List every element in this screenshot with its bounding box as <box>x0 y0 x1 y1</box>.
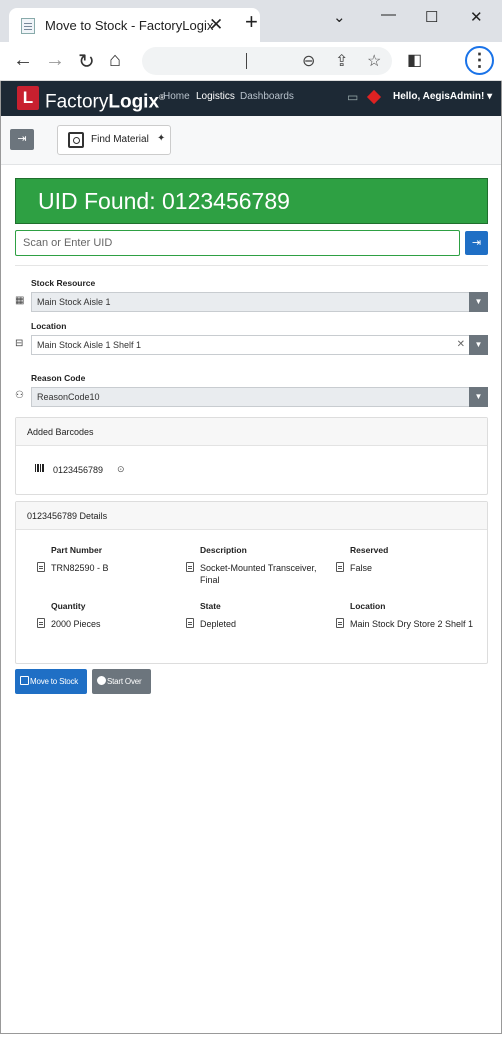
forward-icon[interactable]: → <box>45 49 65 72</box>
user-reason-icon: ⚇ <box>15 390 24 401</box>
reserved-value: False <box>350 563 373 573</box>
move-to-stock-label: Move to Stock <box>30 677 79 686</box>
part-number-label: Part Number <box>51 545 103 555</box>
reason-code-select[interactable]: ReasonCode10 ▼ <box>31 387 488 407</box>
nav-dashboards[interactable]: Dashboards <box>240 91 294 102</box>
side-panel-icon[interactable]: ◧ <box>407 50 422 70</box>
zoom-icon[interactable]: ⊖ <box>302 51 315 71</box>
added-barcodes-card: Added Barcodes 0123456789 ⊙ <box>15 417 488 495</box>
close-tab-icon[interactable]: ✕ <box>209 15 223 35</box>
part-number-value: TRN82590 - B <box>51 563 109 573</box>
page-favicon-icon <box>21 18 35 34</box>
uid-found-banner: UID Found: 0123456789 <box>15 178 488 224</box>
barcode-icon <box>35 464 45 472</box>
stock-resource-label: Stock Resource <box>31 278 96 288</box>
chevron-down-icon[interactable]: ▼ <box>469 335 488 355</box>
uid-input[interactable] <box>15 230 460 256</box>
quantity-value: 2000 Pieces <box>51 619 101 629</box>
brand-light: Factory <box>45 91 109 113</box>
back-icon[interactable]: ← <box>13 49 33 72</box>
stock-resource-select[interactable]: Main Stock Aisle 1 ▼ <box>31 292 488 312</box>
shelf-icon <box>336 618 344 628</box>
location-detail-label: Location <box>350 601 386 611</box>
stock-resource-value: Main Stock Aisle 1 <box>37 297 111 307</box>
location-label: Location <box>31 321 67 331</box>
scan-search-icon <box>68 132 84 148</box>
tab-search-icon[interactable]: ⌄ <box>333 8 346 26</box>
pin-icon[interactable]: ✦ <box>157 133 165 144</box>
browser-tab[interactable]: Move to Stock - FactoryLogix ✕ <box>9 8 260 42</box>
details-card: 0123456789 Details Part Number TRN82590 … <box>15 501 488 664</box>
home-icon[interactable]: ⌂ <box>109 49 121 72</box>
document-icon <box>336 562 344 572</box>
reserved-label: Reserved <box>350 545 389 555</box>
logo-icon: L <box>17 86 39 110</box>
brand-logo[interactable]: FactoryLogix® <box>45 86 165 114</box>
address-bar[interactable]: ⊖ ⇪ ☆ <box>142 47 392 75</box>
stock-resource-icon: ▦ <box>15 295 25 306</box>
reason-code-value: ReasonCode10 <box>37 392 100 402</box>
start-over-label: Start Over <box>107 677 142 686</box>
divider <box>15 265 488 266</box>
user-menu[interactable]: Hello, AegisAdmin! ▾ <box>393 91 492 102</box>
move-in-icon <box>20 676 29 685</box>
notification-icon[interactable] <box>366 89 382 105</box>
description-value: Socket-Mounted Transceiver, Final <box>200 563 317 585</box>
nav-home[interactable]: Home <box>163 91 190 102</box>
address-caret <box>246 53 247 69</box>
shelf-icon: ⊟ <box>15 338 24 349</box>
sidebar-toggle-button[interactable]: ⇥ <box>10 129 34 150</box>
maximize-icon[interactable]: ☐ <box>425 8 438 26</box>
find-material-label: Find Material <box>91 134 149 145</box>
chevron-down-icon[interactable]: ▼ <box>469 387 488 407</box>
added-barcodes-title: Added Barcodes <box>16 418 487 446</box>
document-icon <box>37 618 45 628</box>
barcode-item: 0123456789 <box>53 465 104 475</box>
document-icon <box>186 618 194 628</box>
remove-barcode-icon[interactable]: ⊙ <box>117 464 125 475</box>
app-toolbar: ⇥ Find Material ✦ <box>0 116 502 165</box>
start-over-button[interactable]: Start Over <box>92 669 151 694</box>
details-title: 0123456789 Details <box>16 502 487 530</box>
browser-titlebar: Move to Stock - FactoryLogix ✕ + ⌄ — ☐ ✕ <box>0 0 502 42</box>
monitor-icon[interactable]: ▭ <box>347 90 358 104</box>
reload-icon[interactable]: ↻ <box>78 49 95 74</box>
browser-toolbar: ← → ↻ ⌂ ⊖ ⇪ ☆ ◧ ⋮ <box>0 42 502 81</box>
share-icon[interactable]: ⇪ <box>335 51 348 71</box>
location-select[interactable]: Main Stock Aisle 1 Shelf 1 ✕ ▼ <box>31 335 488 355</box>
find-material-button[interactable]: Find Material ✦ <box>57 125 171 155</box>
document-icon <box>186 562 194 572</box>
refresh-icon <box>97 676 106 685</box>
quantity-label: Quantity <box>51 601 86 611</box>
document-icon <box>37 562 45 572</box>
bookmark-star-icon[interactable]: ☆ <box>367 51 381 71</box>
description-label: Description <box>200 545 247 555</box>
location-value: Main Stock Aisle 1 Shelf 1 <box>37 340 142 350</box>
uid-submit-button[interactable]: ⇥ <box>465 231 488 255</box>
state-value: Depleted <box>200 619 237 629</box>
app-header: L FactoryLogix® Home Logistics Dashboard… <box>0 81 502 116</box>
move-to-stock-button[interactable]: Move to Stock <box>15 669 87 694</box>
nav-logistics[interactable]: Logistics <box>196 91 235 102</box>
brand-bold: Logix <box>108 91 160 113</box>
clear-icon[interactable]: ✕ <box>457 336 465 354</box>
chevron-down-icon[interactable]: ▼ <box>469 292 488 312</box>
close-window-icon[interactable]: ✕ <box>470 8 483 26</box>
minimize-icon[interactable]: — <box>381 6 396 23</box>
state-label: State <box>200 601 221 611</box>
reason-code-label: Reason Code <box>31 373 86 383</box>
location-detail-value: Main Stock Dry Store 2 Shelf 1 <box>350 619 474 629</box>
browser-menu-icon[interactable]: ⋮ <box>465 46 494 75</box>
tab-title: Move to Stock - FactoryLogix <box>45 18 214 33</box>
new-tab-icon[interactable]: + <box>245 11 258 33</box>
